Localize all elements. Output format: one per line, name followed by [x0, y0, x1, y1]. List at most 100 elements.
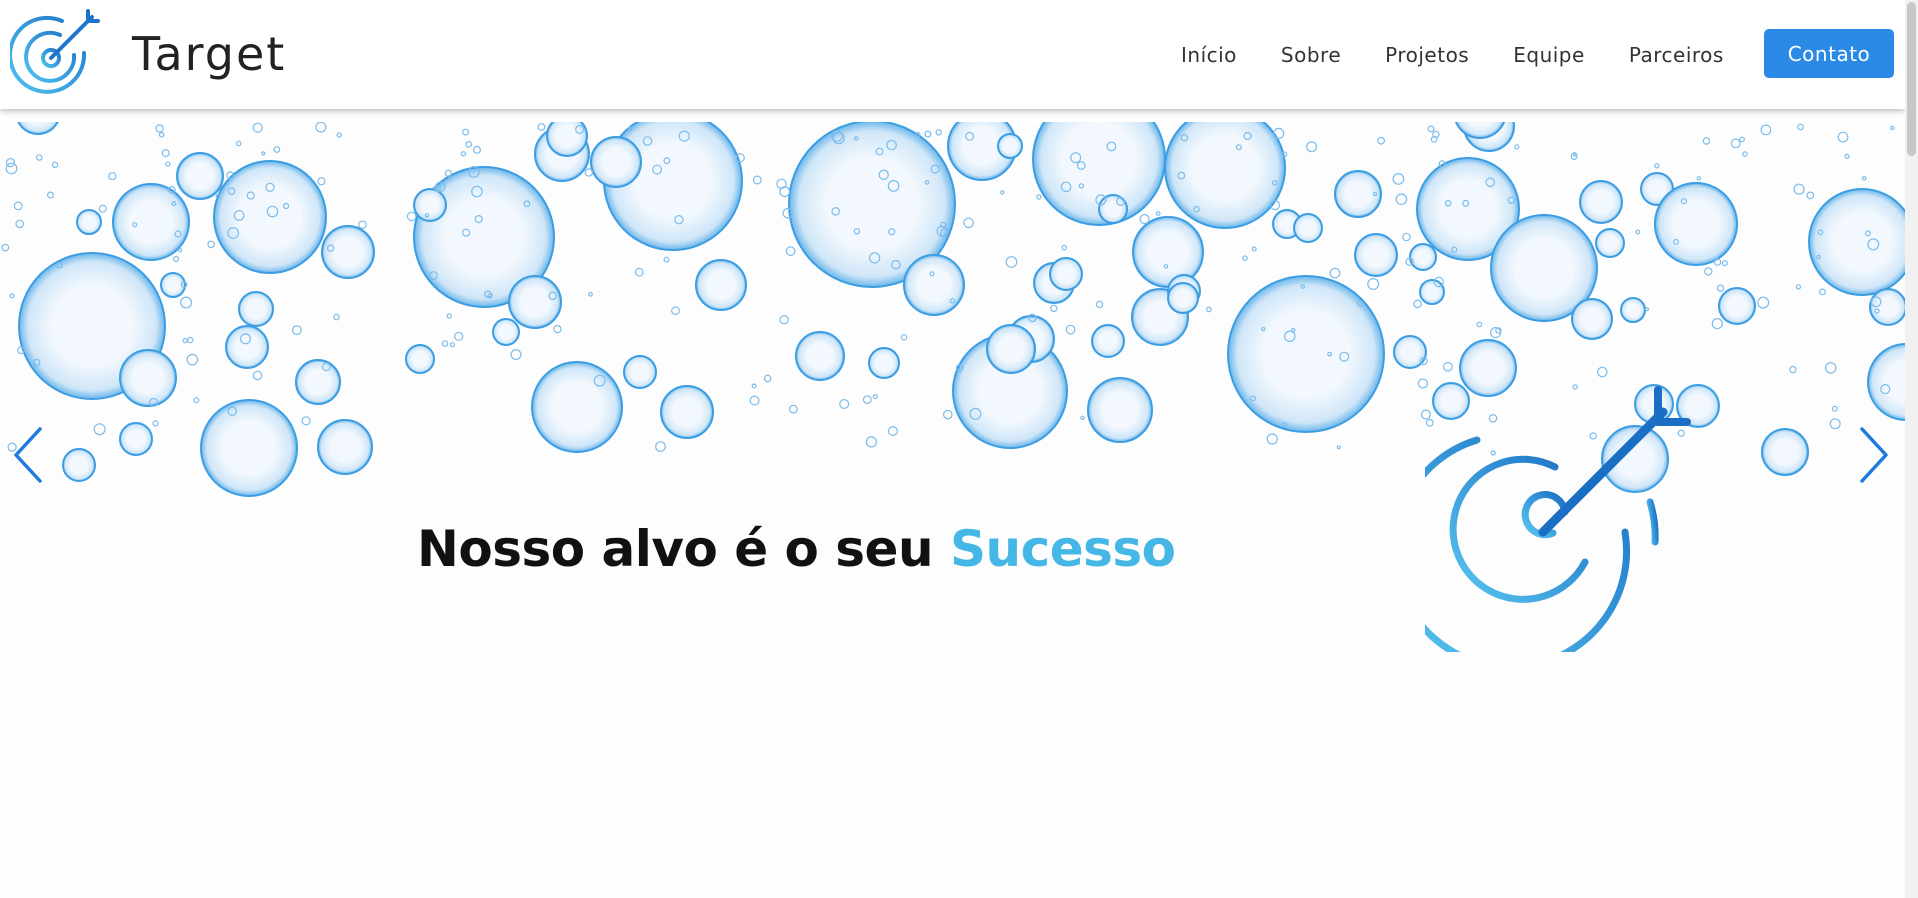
tiny-bubble — [1597, 366, 1608, 378]
tiny-bubble — [1721, 260, 1728, 267]
tiny-bubble — [935, 129, 942, 136]
bubble — [1087, 377, 1153, 443]
tiny-bubble — [1837, 131, 1849, 143]
tiny-bubble — [1377, 136, 1385, 145]
bubble — [119, 349, 177, 407]
tiny-bubble — [292, 325, 302, 336]
tiny-bubble — [553, 324, 562, 334]
tiny-bubble — [1570, 153, 1578, 161]
tiny-bubble — [865, 436, 878, 448]
tiny-bubble — [1711, 318, 1723, 330]
tiny-bubble — [1742, 151, 1748, 157]
tiny-bubble — [15, 219, 25, 229]
tiny-bubble — [235, 140, 242, 147]
tiny-bubble — [155, 124, 164, 133]
bubble — [903, 254, 965, 316]
bubble — [1867, 343, 1905, 421]
bubble — [1620, 297, 1646, 323]
tiny-bubble — [584, 168, 594, 177]
tiny-bubble — [1696, 176, 1702, 181]
chevron-left-icon[interactable] — [10, 425, 50, 485]
tiny-bubble — [406, 211, 417, 222]
bubble — [176, 152, 224, 200]
target-logo-icon — [10, 9, 100, 94]
nav-item-inicio[interactable]: Início — [1181, 43, 1237, 67]
tiny-bubble — [35, 154, 43, 161]
tiny-bubble — [261, 151, 266, 156]
tiny-bubble — [1797, 123, 1804, 131]
tiny-bubble — [301, 416, 311, 426]
tiny-bubble — [1395, 193, 1408, 205]
tiny-bubble — [1806, 191, 1815, 200]
brand-name: Target — [132, 27, 287, 81]
main-nav: Início Sobre Projetos Equipe Parceiros — [1181, 0, 1724, 109]
tiny-bubble — [358, 220, 367, 230]
bubble — [413, 188, 447, 222]
scrollbar-thumb[interactable] — [1907, 2, 1916, 156]
tiny-bubble — [1644, 307, 1650, 312]
tiny-bubble — [252, 122, 263, 133]
bubble — [660, 385, 714, 439]
tiny-bubble — [655, 441, 666, 453]
hero-carousel: Nosso alvo é o seu Sucesso — [0, 122, 1905, 898]
bubble — [119, 422, 153, 456]
tiny-bubble — [465, 141, 473, 148]
nav-item-projetos[interactable]: Projetos — [1385, 43, 1469, 67]
page-scrollbar[interactable] — [1905, 0, 1918, 898]
tiny-bubble — [1730, 138, 1741, 149]
tiny-bubble — [177, 247, 183, 253]
site-header: Target Início Sobre Projetos Equipe Parc… — [0, 0, 1905, 109]
bubble — [1718, 287, 1756, 325]
bubble — [1595, 228, 1625, 258]
tiny-bubble — [446, 313, 452, 319]
bubble — [1091, 324, 1125, 358]
bubble — [1571, 298, 1613, 340]
tiny-bubble — [207, 240, 215, 249]
tiny-bubble — [1514, 144, 1520, 150]
tiny-bubble — [5, 162, 18, 175]
bubble — [1293, 213, 1323, 243]
tiny-bubble — [152, 420, 159, 427]
bubble — [492, 318, 520, 346]
tiny-bubble — [460, 151, 467, 157]
bubble — [1167, 282, 1199, 314]
tiny-bubble — [1080, 415, 1085, 420]
bubble — [225, 325, 269, 369]
bubble — [1579, 180, 1623, 224]
chevron-right-icon[interactable] — [1852, 425, 1892, 485]
bubble — [1409, 243, 1437, 271]
tiny-bubble — [1065, 324, 1076, 335]
tiny-bubble — [942, 409, 953, 420]
nav-item-sobre[interactable]: Sobre — [1281, 43, 1341, 67]
tiny-bubble — [9, 293, 15, 299]
bubble — [546, 122, 588, 157]
tiny-bubble — [336, 132, 342, 138]
tiny-bubble — [473, 145, 482, 154]
bubble — [112, 183, 190, 261]
tiny-bubble — [1242, 255, 1248, 262]
tiny-bubble — [1155, 211, 1161, 216]
bubble — [590, 136, 642, 188]
tiny-bubble — [252, 370, 263, 381]
contact-button[interactable]: Contato — [1764, 29, 1894, 78]
bubble — [1808, 188, 1905, 296]
bubble — [1098, 194, 1128, 224]
tiny-bubble — [1139, 213, 1150, 225]
tiny-bubble — [1427, 125, 1435, 133]
target-arrow-icon — [1425, 386, 1691, 652]
tiny-bubble — [51, 161, 59, 169]
bubble — [1164, 122, 1286, 229]
tiny-bubble — [1757, 296, 1770, 309]
nav-item-equipe[interactable]: Equipe — [1513, 43, 1585, 67]
tiny-bubble — [1336, 445, 1341, 450]
headline-text: Nosso alvo é o seu — [417, 520, 950, 578]
bubble — [1049, 257, 1083, 291]
tiny-bubble — [317, 177, 326, 186]
bubble — [295, 359, 341, 405]
tiny-bubble — [900, 334, 908, 341]
nav-item-parceiros[interactable]: Parceiros — [1629, 43, 1724, 67]
tiny-bubble — [872, 394, 878, 400]
tiny-bubble — [1000, 190, 1005, 195]
bubble — [62, 448, 96, 482]
brand[interactable]: Target — [10, 9, 286, 99]
